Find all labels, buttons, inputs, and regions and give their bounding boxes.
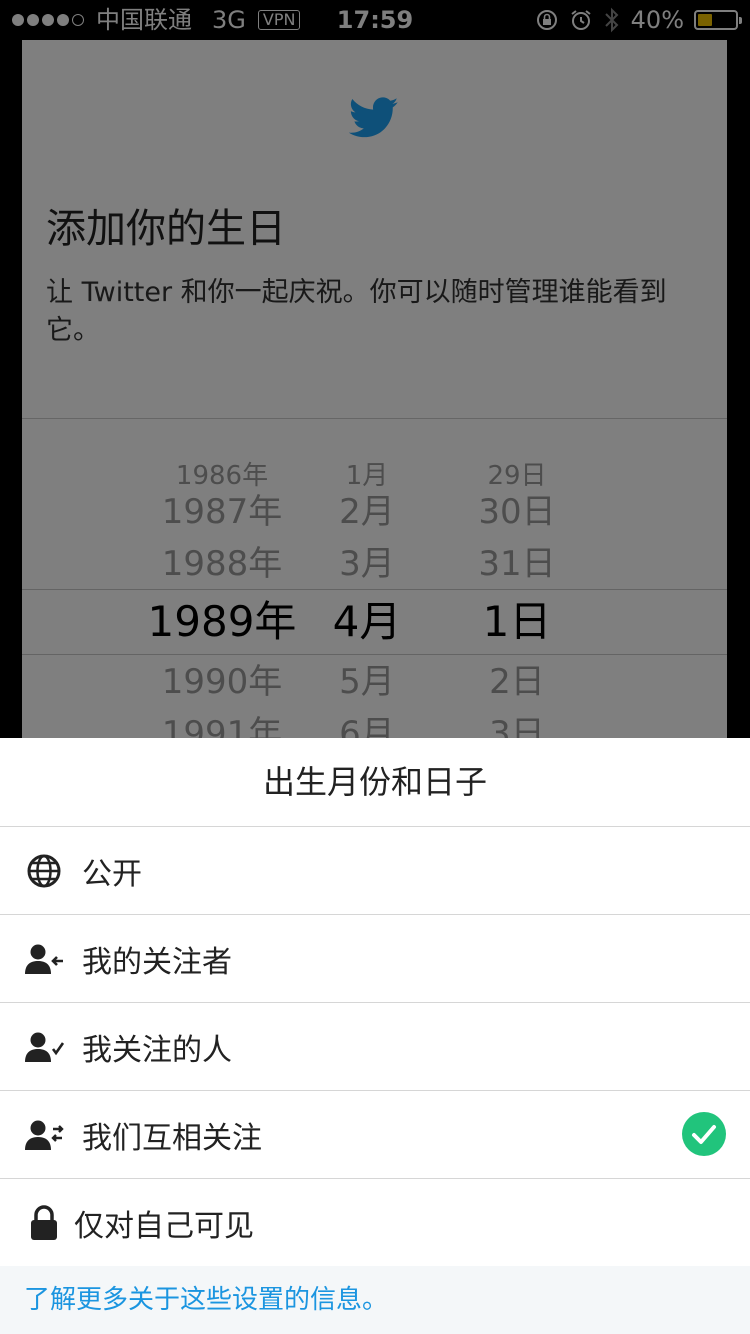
option-people-i-follow[interactable]: 我关注的人 — [0, 1003, 750, 1091]
sheet-title: 出生月份和日子 — [0, 738, 750, 827]
followers-icon — [24, 939, 64, 979]
mutual-follow-icon — [24, 1115, 64, 1155]
following-icon — [24, 1027, 64, 1067]
option-mutual-follow[interactable]: 我们互相关注 — [0, 1091, 750, 1179]
option-label: 公开 — [82, 856, 142, 892]
option-public[interactable]: 公开 — [0, 827, 750, 915]
lock-icon — [24, 1203, 64, 1243]
selected-check-icon — [682, 1112, 726, 1156]
globe-icon — [24, 851, 64, 891]
option-label: 我关注的人 — [82, 1032, 232, 1068]
sheet-footer: 了解更多关于这些设置的信息。 — [0, 1266, 750, 1334]
option-my-followers[interactable]: 我的关注者 — [0, 915, 750, 1003]
option-label: 我的关注者 — [82, 944, 232, 980]
option-label: 仅对自己可见 — [74, 1208, 254, 1244]
option-only-me[interactable]: 仅对自己可见 — [0, 1179, 750, 1267]
learn-more-link[interactable]: 了解更多关于这些设置的信息。 — [24, 1266, 388, 1334]
option-label: 我们互相关注 — [82, 1120, 262, 1156]
visibility-sheet: 出生月份和日子 公开 我的关注者 我关注的人 我们互相关注 仅对自己可见 了解更… — [0, 738, 750, 1334]
